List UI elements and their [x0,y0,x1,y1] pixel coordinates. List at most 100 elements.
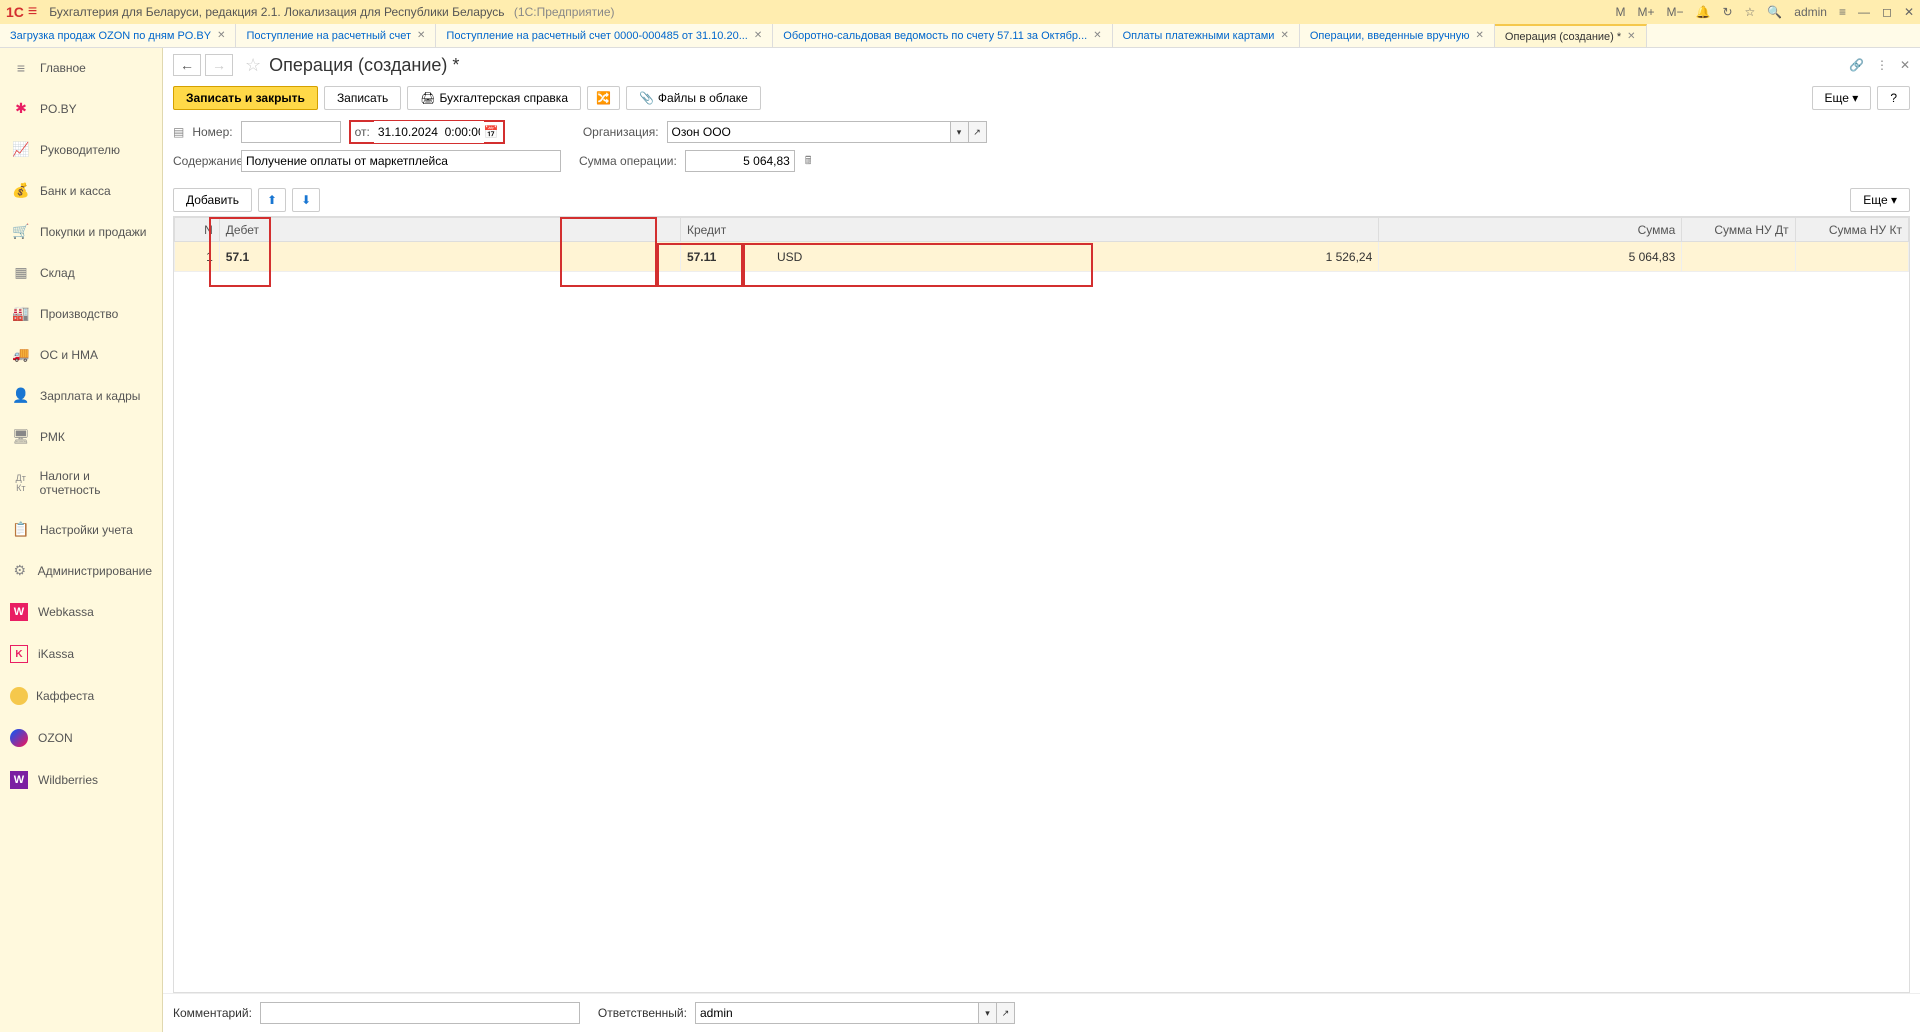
move-up-button[interactable]: ⬆ [258,188,286,212]
comment-label: Комментарий: [173,1006,252,1020]
comment-input[interactable] [260,1002,580,1024]
tab-close-icon[interactable]: ✕ [1627,31,1635,42]
tab-close-icon[interactable]: ✕ [1476,30,1484,41]
tab-receipt2[interactable]: Поступление на расчетный счет 0000-00048… [436,24,773,47]
accounting-ref-button[interactable]: 🖨Бухгалтерская справка [407,86,581,110]
more-icon[interactable]: ⋮ [1876,58,1888,72]
app-title: Бухгалтерия для Беларуси, редакция 2.1. … [49,5,1615,19]
col-debit[interactable]: Дебет [219,218,680,242]
open-icon[interactable]: ↗ [969,121,987,143]
sidebar-item-hr[interactable]: 👤Зарплата и кадры [0,375,162,416]
col-sum[interactable]: Сумма [1379,218,1682,242]
star-icon[interactable]: ☆ [1745,5,1756,19]
sidebar-item-ikassa[interactable]: KiKassa [0,633,162,675]
sidebar-item-wildberries[interactable]: WWildberries [0,759,162,801]
tab-close-icon[interactable]: ✕ [417,30,425,41]
tab-card-payments[interactable]: Оплаты платежными картами✕ [1113,24,1300,47]
cell-nu-kt[interactable] [1795,242,1908,272]
number-input[interactable] [241,121,341,143]
favorite-icon[interactable]: ☆ [245,55,261,76]
sidebar: ≡Главное ✱PO.BY 📈Руководителю 💰Банк и ка… [0,48,163,1032]
dropdown-icon[interactable]: ▾ [951,121,969,143]
cell-debit[interactable]: 57.1 [219,242,680,272]
pos-icon: 🖥 [10,428,32,445]
kaffesta-icon [10,687,28,705]
link-icon[interactable]: 🔗 [1849,58,1864,72]
sidebar-item-poby[interactable]: ✱PO.BY [0,88,162,129]
col-nu-kt[interactable]: Сумма НУ Кт [1795,218,1908,242]
move-down-button[interactable]: ⬇ [292,188,320,212]
dt-kt-button[interactable]: 🔀 [587,86,620,110]
more-button[interactable]: Еще ▾ [1812,86,1872,110]
add-row-button[interactable]: Добавить [173,188,252,212]
sidebar-item-assets[interactable]: 🚚ОС и НМА [0,334,162,375]
minimize-icon[interactable]: — [1858,5,1870,19]
star-icon: ✱ [10,100,32,117]
sidebar-item-admin[interactable]: ⚙Администрирование [0,550,162,591]
sidebar-item-production[interactable]: 🏭Производство [0,293,162,334]
close-page-icon[interactable]: ✕ [1900,58,1910,72]
sidebar-item-bank[interactable]: 💰Банк и касса [0,170,162,211]
paperclip-icon: 📎 [639,91,654,105]
history-icon[interactable]: ↻ [1722,5,1732,19]
tab-ozon-load[interactable]: Загрузка продаж OZON по дням PO.BY✕ [0,24,236,47]
dropdown-icon[interactable]: ▾ [979,1002,997,1024]
tab-manual-ops[interactable]: Операции, введенные вручную✕ [1300,24,1495,47]
org-input[interactable] [667,121,951,143]
sidebar-item-sales[interactable]: 🛒Покупки и продажи [0,211,162,252]
tab-receipt1[interactable]: Поступление на расчетный счет✕ [236,24,436,47]
sidebar-item-rmk[interactable]: 🖥РМК [0,416,162,457]
cell-nu-dt[interactable] [1682,242,1795,272]
bell-icon[interactable]: 🔔 [1696,5,1711,19]
factory-icon: 🏭 [10,305,32,322]
content-input[interactable] [241,150,561,172]
sidebar-item-ozon[interactable]: OZON [0,717,162,759]
cell-sum[interactable]: 5 064,83 [1379,242,1682,272]
open-icon[interactable]: ↗ [997,1002,1015,1024]
responsible-input[interactable] [695,1002,979,1024]
memory-m-icon[interactable]: M [1616,5,1626,19]
col-n[interactable]: N [175,218,220,242]
col-credit[interactable]: Кредит [680,218,1378,242]
settings-icon[interactable]: ≡ [1839,5,1846,19]
search-icon[interactable]: 🔍 [1767,5,1782,19]
tab-close-icon[interactable]: ✕ [754,30,762,41]
tab-operation-create[interactable]: Операция (создание) *✕ [1495,24,1647,47]
table-row[interactable]: 1 57.1 57.11 USD 1 526,24 [175,242,1909,272]
tab-turnover[interactable]: Оборотно-сальдовая ведомость по счету 57… [773,24,1112,47]
sum-input[interactable] [685,150,795,172]
cell-n[interactable]: 1 [175,242,220,272]
main-menu-icon[interactable]: ≡ [28,3,37,21]
credit-currency: USD [777,250,857,264]
user-name[interactable]: admin [1794,5,1827,19]
forward-button[interactable]: → [205,54,233,76]
help-button[interactable]: ? [1877,86,1910,110]
col-nu-dt[interactable]: Сумма НУ Дт [1682,218,1795,242]
memory-mplus-icon[interactable]: M+ [1638,5,1655,19]
calculator-icon[interactable]: 🖩 [805,152,812,171]
tab-close-icon[interactable]: ✕ [1280,30,1288,41]
close-icon[interactable]: ✕ [1904,5,1914,19]
files-cloud-button[interactable]: 📎Файлы в облаке [626,86,761,110]
sidebar-item-warehouse[interactable]: ▦Склад [0,252,162,293]
sidebar-item-webkassa[interactable]: WWebkassa [0,591,162,633]
responsible-label: Ответственный: [598,1006,687,1020]
tab-close-icon[interactable]: ✕ [1093,30,1101,41]
sidebar-item-kaffesta[interactable]: Каффеста [0,675,162,717]
save-button[interactable]: Записать [324,86,401,110]
date-input[interactable] [374,121,484,143]
sidebar-item-tax[interactable]: ДтКтНалоги и отчетность [0,457,162,509]
calendar-icon[interactable]: 📅 [484,125,499,139]
save-close-button[interactable]: Записать и закрыть [173,86,318,110]
cell-credit[interactable]: 57.11 USD 1 526,24 [680,242,1378,272]
table-more-button[interactable]: Еще ▾ [1850,188,1910,212]
tab-close-icon[interactable]: ✕ [217,30,225,41]
memory-mminus-icon[interactable]: M− [1667,5,1684,19]
back-button[interactable]: ← [173,54,201,76]
maximize-icon[interactable]: ◻ [1882,5,1892,19]
sidebar-item-manager[interactable]: 📈Руководителю [0,129,162,170]
sidebar-item-settings[interactable]: 📋Настройки учета [0,509,162,550]
sidebar-item-main[interactable]: ≡Главное [0,48,162,88]
app-logo: 1C [6,4,24,20]
sum-label: Сумма операции: [579,154,677,168]
